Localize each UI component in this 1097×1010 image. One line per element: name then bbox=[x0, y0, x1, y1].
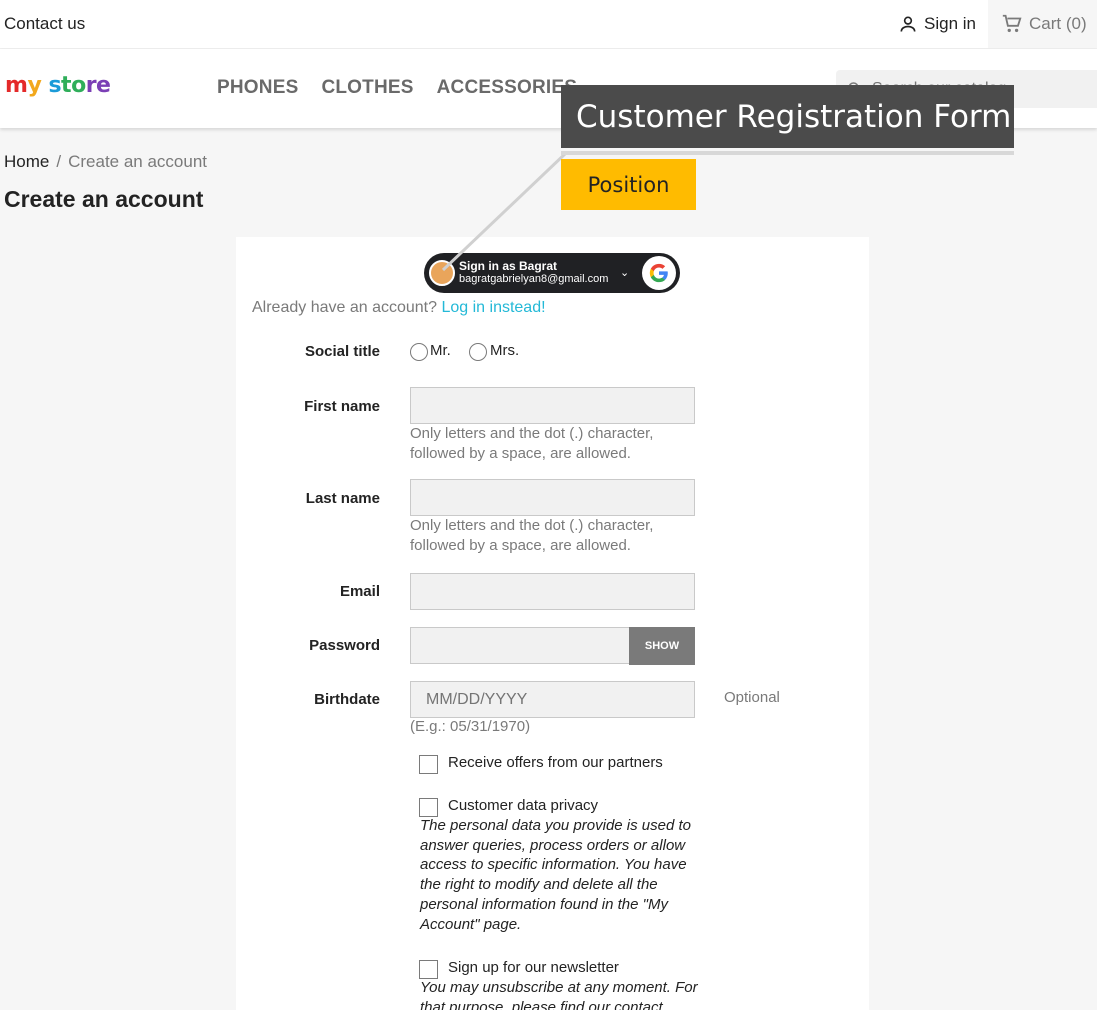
logo-part: s bbox=[41, 73, 62, 98]
birthdate-hint: (E.g.: 05/31/1970) bbox=[410, 718, 531, 735]
already-account-text: Already have an account? Log in instead! bbox=[252, 299, 546, 317]
store-logo[interactable]: my store bbox=[5, 73, 111, 98]
google-account-text: Sign in as Bagrat bagratgabrielyan8@gmai… bbox=[459, 260, 608, 286]
google-account-email: bagratgabrielyan8@gmail.com bbox=[459, 273, 609, 285]
privacy-checkbox[interactable] bbox=[419, 798, 438, 817]
breadcrumb-home[interactable]: Home bbox=[4, 152, 49, 171]
main-nav: PHONES CLOTHES ACCESSORIES bbox=[217, 77, 577, 99]
newsletter-description: You may unsubscribe at any moment. For t… bbox=[420, 979, 698, 1010]
google-logo-icon bbox=[642, 256, 676, 290]
mrs-radio[interactable] bbox=[469, 343, 487, 361]
already-account-label: Already have an account? bbox=[252, 299, 438, 316]
cart-icon bbox=[1002, 14, 1022, 33]
annotation-position-tag: Position bbox=[561, 159, 696, 210]
password-field[interactable] bbox=[410, 627, 630, 664]
show-password-button[interactable]: SHOW bbox=[629, 627, 695, 665]
email-label: Email bbox=[339, 583, 380, 600]
mrs-label: Mrs. bbox=[490, 342, 520, 359]
optional-label: Optional bbox=[724, 689, 780, 706]
top-nav-bar: Contact us Sign in Cart (0) bbox=[0, 0, 1097, 49]
sign-in-link[interactable]: Sign in bbox=[898, 14, 976, 34]
chevron-down-icon: ⌄ bbox=[620, 267, 630, 279]
page-title: Create an account bbox=[4, 186, 204, 212]
nav-item-clothes[interactable]: CLOTHES bbox=[321, 77, 413, 99]
offers-checkbox[interactable] bbox=[419, 755, 438, 774]
mr-label: Mr. bbox=[430, 342, 451, 359]
google-account-name: Sign in as Bagrat bbox=[459, 259, 558, 273]
newsletter-checkbox[interactable] bbox=[419, 960, 438, 979]
annotation-underline bbox=[561, 151, 1014, 155]
sign-in-label: Sign in bbox=[924, 14, 976, 33]
last-name-hint: Only letters and the dot (.) character, … bbox=[410, 517, 654, 554]
nav-item-phones[interactable]: PHONES bbox=[217, 77, 298, 99]
social-title-label: Social title bbox=[304, 343, 380, 360]
first-name-hint: Only letters and the dot (.) character, … bbox=[410, 425, 654, 462]
offers-label: Receive offers from our partners bbox=[448, 754, 663, 771]
nav-item-accessories[interactable]: ACCESSORIES bbox=[437, 77, 578, 99]
google-sign-in-button[interactable]: Sign in as Bagrat bagratgabrielyan8@gmai… bbox=[424, 253, 680, 293]
logo-part: re bbox=[85, 73, 111, 98]
user-icon bbox=[900, 16, 916, 32]
first-name-field[interactable] bbox=[410, 387, 695, 424]
breadcrumb-separator: / bbox=[56, 152, 62, 171]
privacy-label: Customer data privacy bbox=[448, 797, 599, 814]
breadcrumb: Home / Create an account bbox=[4, 152, 207, 172]
logo-part: to bbox=[61, 73, 86, 98]
contact-us-link[interactable]: Contact us bbox=[4, 14, 85, 34]
mr-radio[interactable] bbox=[410, 343, 428, 361]
avatar bbox=[429, 260, 455, 286]
logo-part: y bbox=[27, 73, 42, 98]
email-field[interactable] bbox=[410, 573, 695, 610]
annotation-title: Customer Registration Form bbox=[561, 85, 1014, 148]
breadcrumb-current: Create an account bbox=[68, 152, 208, 171]
cart-label: Cart (0) bbox=[1029, 14, 1087, 33]
last-name-label: Last name bbox=[305, 490, 380, 507]
first-name-label: First name bbox=[304, 398, 380, 415]
birthdate-field[interactable] bbox=[410, 681, 695, 718]
newsletter-label: Sign up for our newsletter bbox=[448, 959, 619, 976]
cart-button[interactable]: Cart (0) bbox=[988, 0, 1097, 48]
login-instead-link[interactable]: Log in instead! bbox=[441, 299, 545, 316]
birthdate-label: Birthdate bbox=[314, 691, 380, 708]
privacy-description: The personal data you provide is used to… bbox=[420, 817, 692, 933]
logo-part: m bbox=[5, 73, 28, 98]
password-label: Password bbox=[309, 637, 380, 654]
last-name-field[interactable] bbox=[410, 479, 695, 516]
